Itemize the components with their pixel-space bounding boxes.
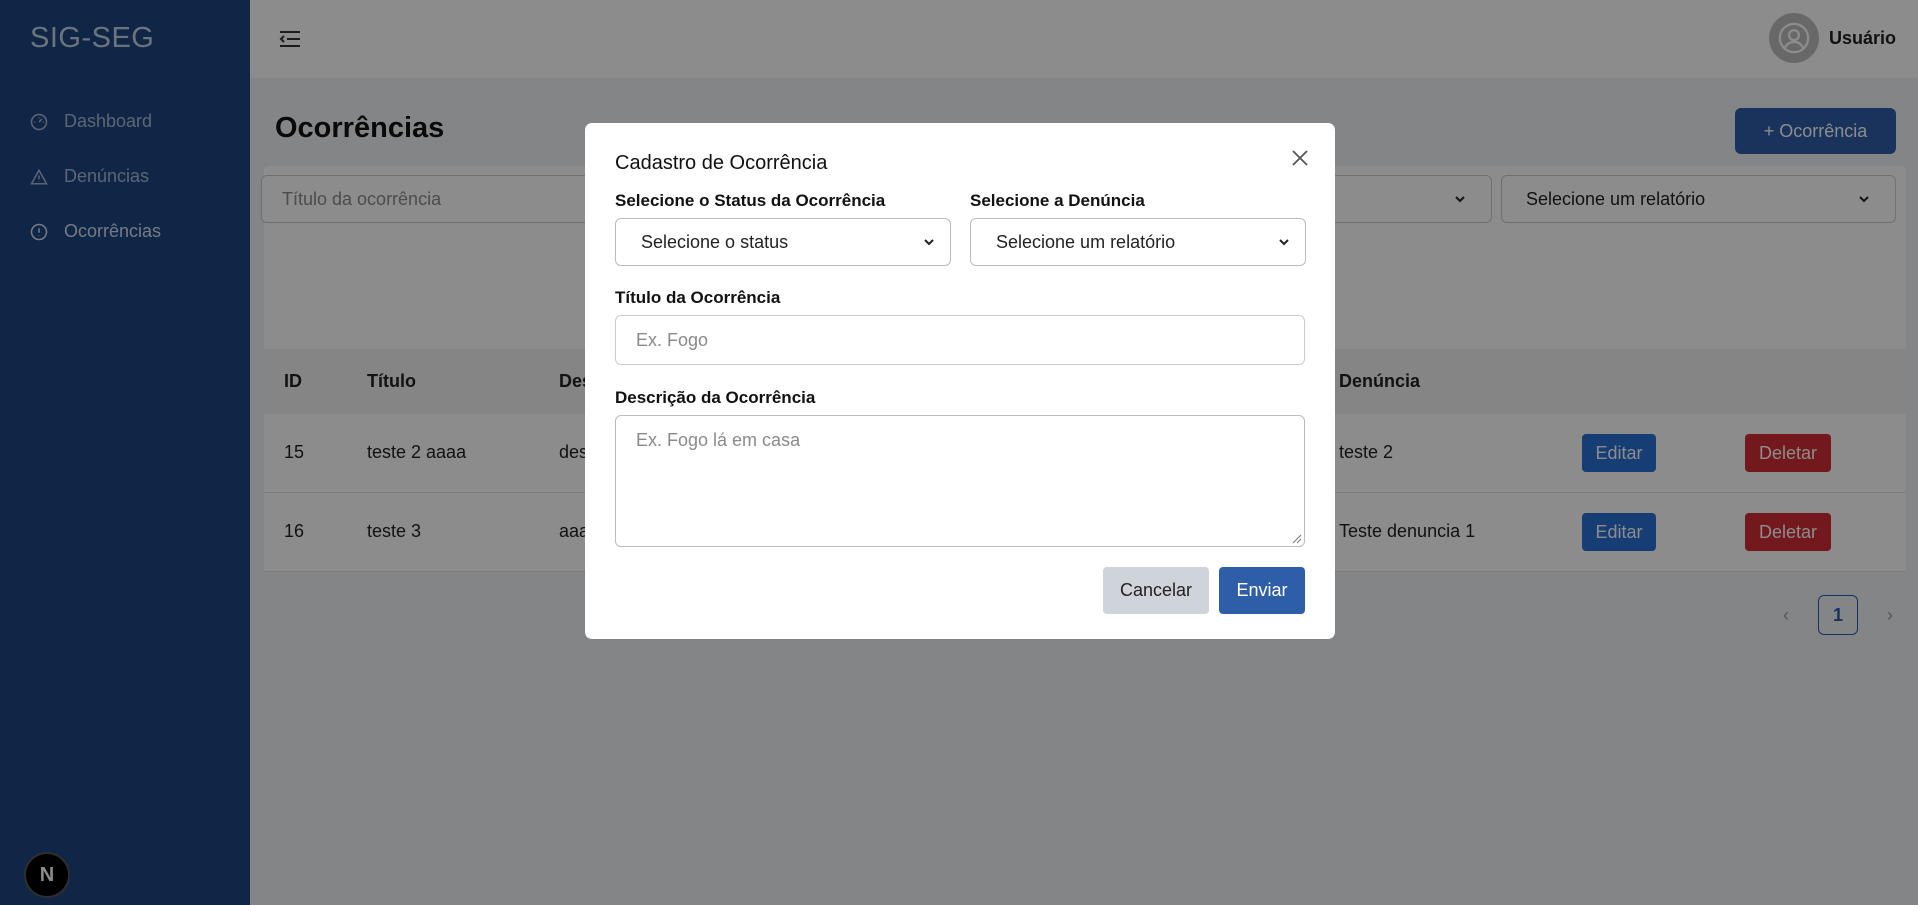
cancel-button[interactable]: Cancelar [1103,567,1209,614]
modal-title: Cadastro de Ocorrência [615,152,828,174]
denuncia-select[interactable]: Selecione um relatório [970,218,1306,266]
title-input[interactable]: Ex. Fogo [615,315,1305,365]
status-select-value: Selecione o status [641,231,789,252]
chevron-down-icon [924,239,934,246]
description-placeholder: Ex. Fogo lá em casa [636,430,801,450]
submit-button[interactable]: Enviar [1219,567,1305,614]
denuncia-select-value: Selecione um relatório [996,231,1176,252]
denuncia-label: Selecione a Denúncia [970,191,1145,210]
resize-handle-icon[interactable] [1292,534,1302,544]
register-occurrence-modal: Cadastro de Ocorrência Selecione o Statu… [585,123,1335,639]
title-label: Título da Ocorrência [615,288,781,307]
status-select[interactable]: Selecione o status [615,218,951,266]
description-textarea[interactable]: Ex. Fogo lá em casa [615,415,1305,547]
status-label: Selecione o Status da Ocorrência [615,191,886,210]
close-icon[interactable] [1289,147,1311,169]
chevron-down-icon [1279,239,1289,246]
description-label: Descrição da Ocorrência [615,388,816,407]
